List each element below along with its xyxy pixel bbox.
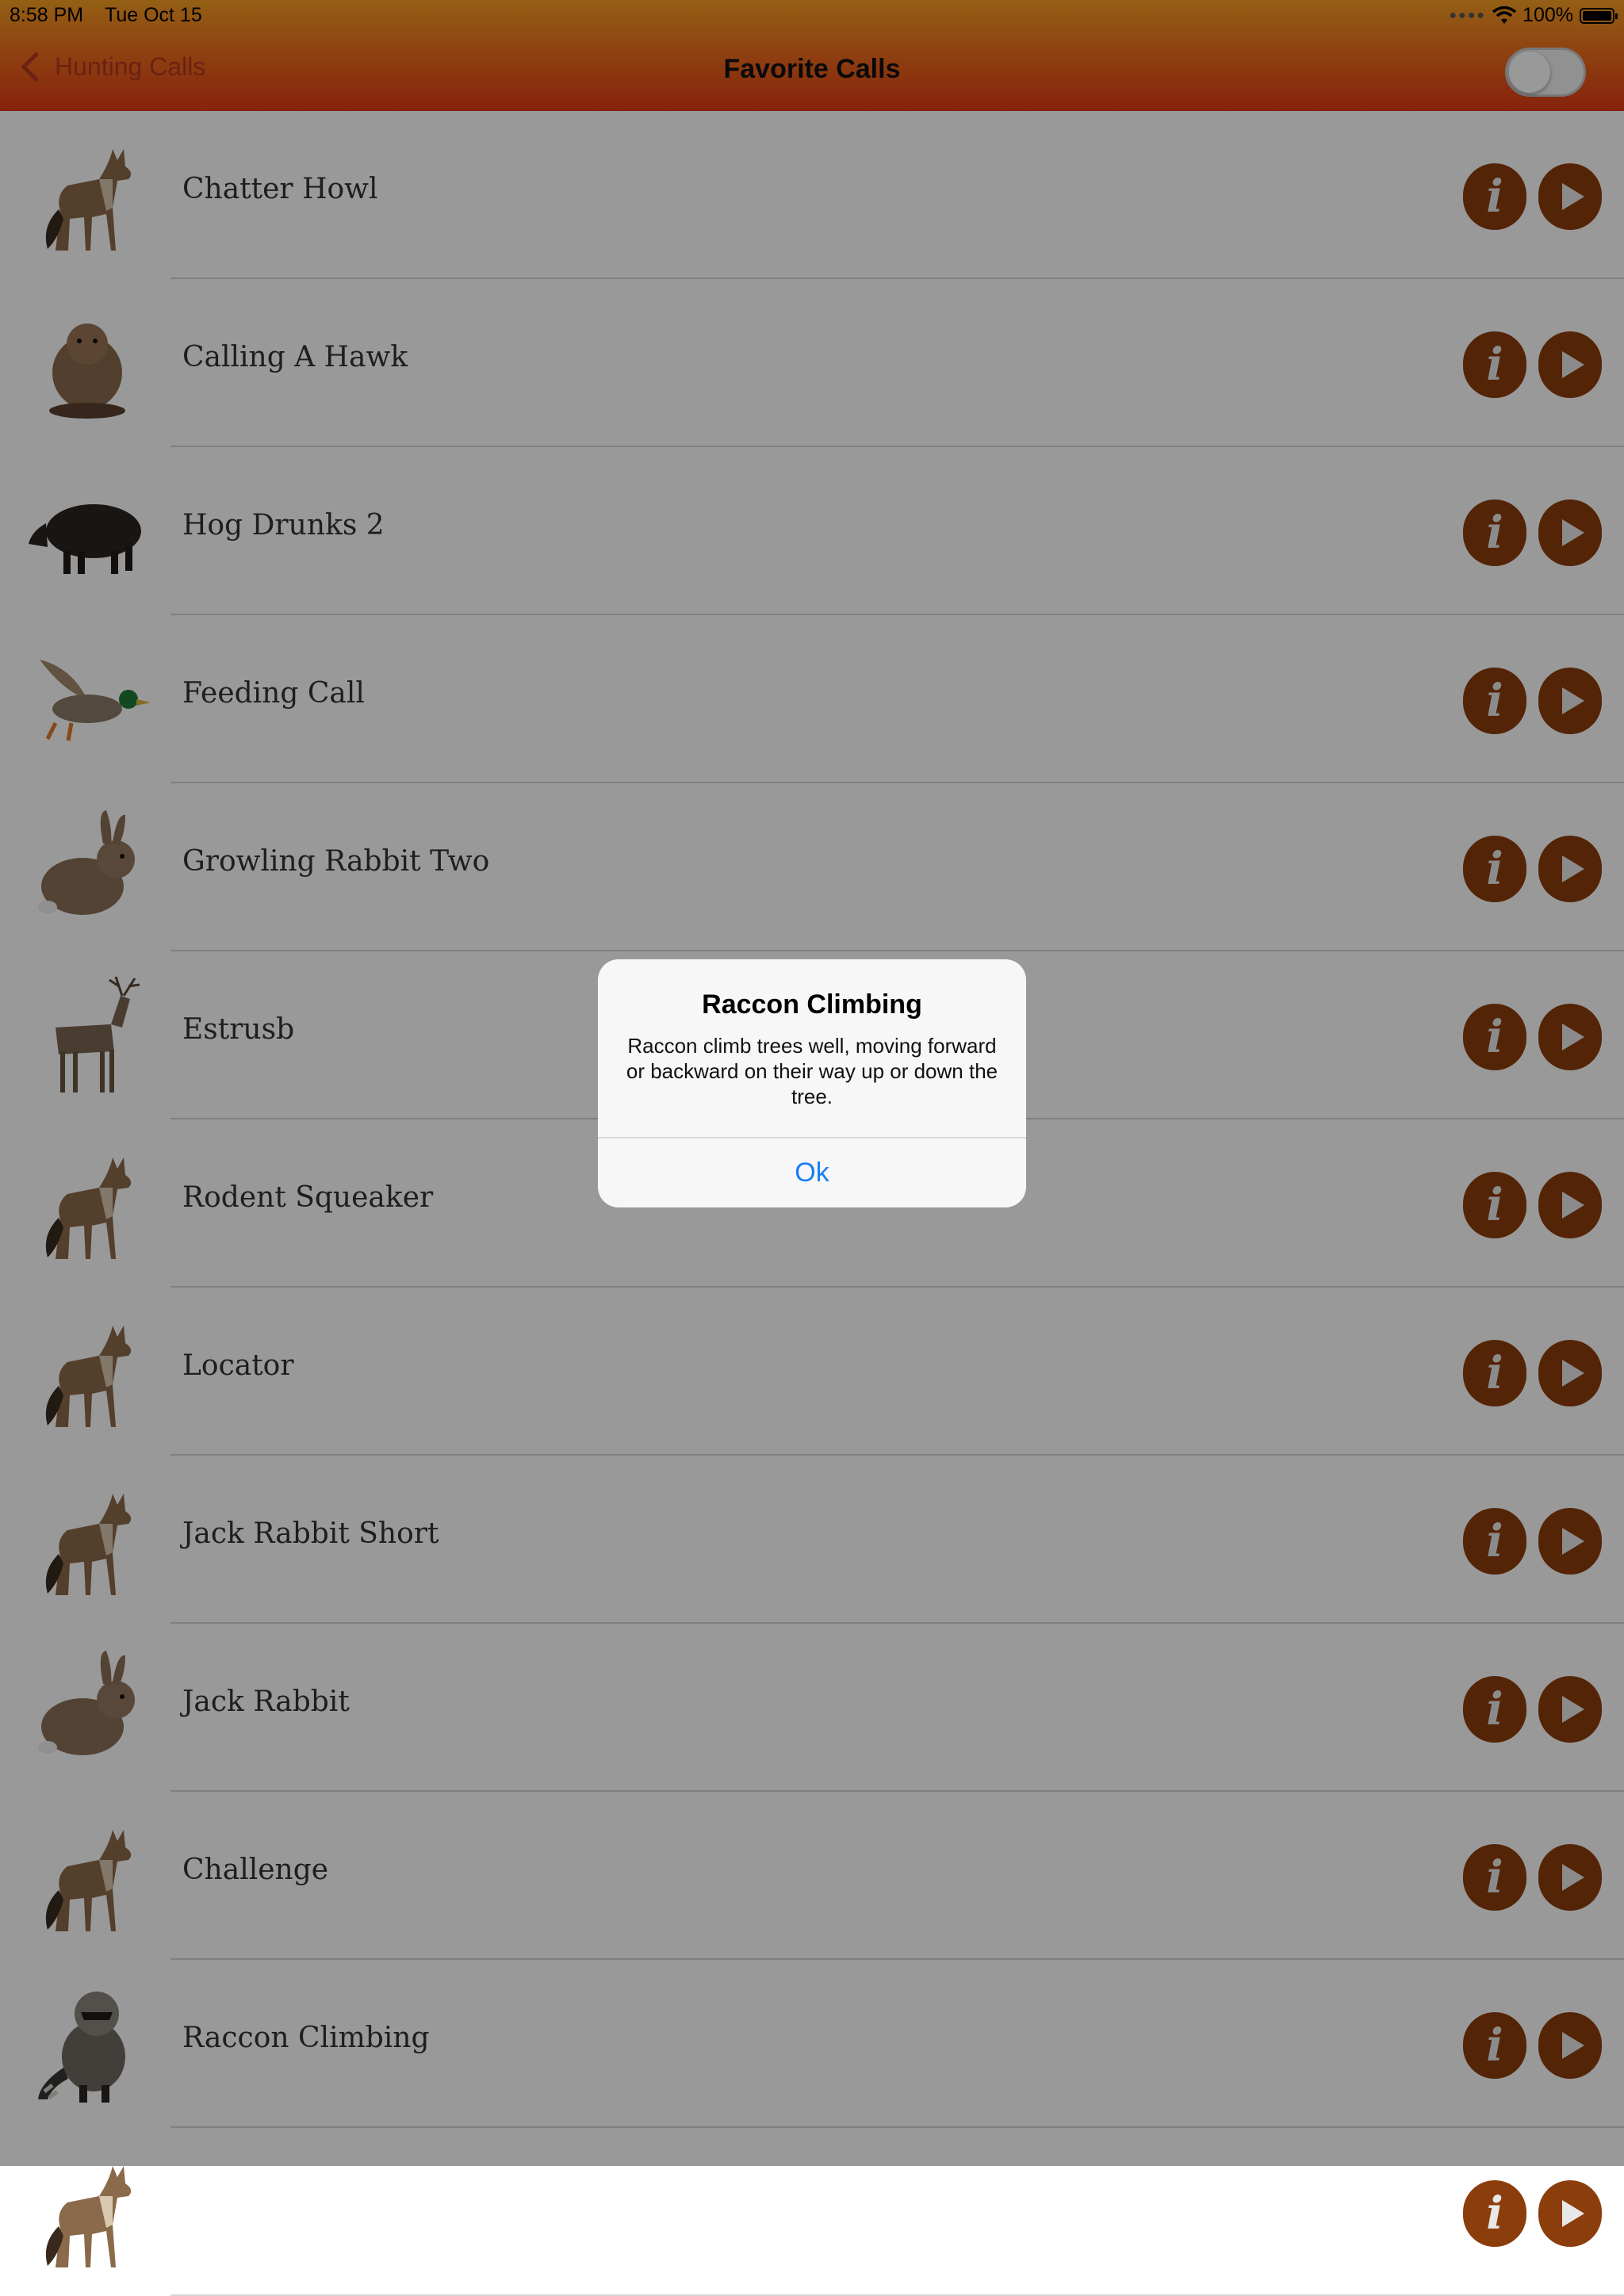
alert-message: Raccon climb trees well, moving forward … [626, 1034, 998, 1108]
info-icon[interactable]: i [1463, 2180, 1526, 2247]
alert-dialog: Raccon Climbing Raccon climb trees well,… [598, 959, 1026, 1207]
play-triangle [1562, 2200, 1584, 2227]
alert-ok-button[interactable]: Ok [598, 1138, 1026, 1207]
play-icon[interactable] [1538, 2180, 1602, 2247]
alert-title: Raccon Climbing [702, 989, 922, 1020]
animal-thumbnail [24, 2149, 151, 2275]
